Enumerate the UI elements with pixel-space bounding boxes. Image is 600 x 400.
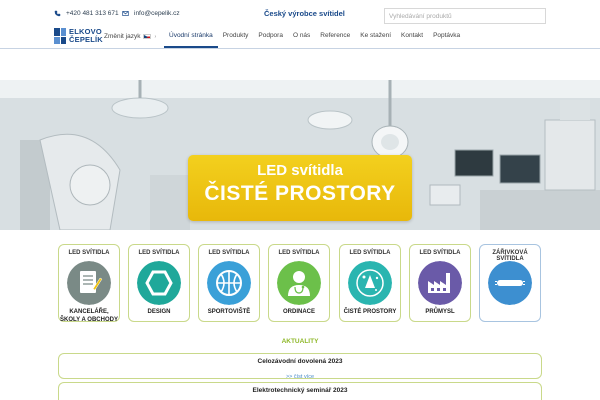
basketball-icon [207,261,251,305]
category-top-label: LED SVÍTIDLA [68,250,110,256]
hexagon-icon [137,261,181,305]
category-top-label: LED SVÍTIDLA [208,250,250,256]
category-top-label: LED SVÍTIDLA [138,250,180,256]
logo-mark-icon [54,28,66,44]
language-label: Změnit jazyk [104,33,141,40]
hero-banner: LED svítidla ČISTÉ PROSTORY [0,80,600,230]
category-top-label: LED SVÍTIDLA [349,250,391,256]
nav-item-home[interactable]: Úvodní stránka [164,28,218,48]
phone-number: +420 481 313 671 [66,10,119,17]
fluorescent-tube-icon [488,261,532,305]
factory-icon [418,261,462,305]
category-card-offices[interactable]: LED SVÍTIDLA KANCELÁŘE, ŠKOLY A OBCHODY [58,244,120,323]
category-label: ČISTÉ PROSTORY [343,309,397,315]
category-card-clean-rooms[interactable]: LED SVÍTIDLA ČISTÉ PROSTORY [339,244,401,322]
category-card-sports[interactable]: LED SVÍTIDLA SPORTOVIŠTĚ [198,244,260,322]
top-bar: +420 481 313 671 info@cepelik.cz Český v… [0,0,600,28]
category-label: KANCELÁŘE, ŠKOLY A OBCHODY [60,309,118,323]
phone-icon [54,10,61,17]
category-label: PRŮMYSL [425,309,455,315]
tagline: Český výrobce svítidel [264,9,345,18]
notepad-icon [67,261,111,305]
nav-item-products[interactable]: Produkty [218,28,254,48]
news-item[interactable]: Celozávodní dovolená 2023 >> číst více [58,353,542,380]
category-card-clinic[interactable]: LED SVÍTIDLA ORDINACE [268,244,330,322]
category-label: ORDINACE [282,309,315,315]
nav-item-reference[interactable]: Reference [315,28,355,48]
news-section-title: AKTUALITY [281,338,319,345]
czech-flag-icon [143,34,152,39]
language-switcher[interactable]: Změnit jazyk › [104,33,156,40]
chevron-right-icon: › [154,33,157,40]
hero-headline-box[interactable]: LED svítidla ČISTÉ PROSTORY [188,155,412,221]
category-grid: LED SVÍTIDLA KANCELÁŘE, ŠKOLY A OBCHODY … [58,244,542,326]
category-card-fluorescent[interactable]: ZÁŘIVKOVÁ SVÍTIDLA [479,244,541,322]
main-navbar: ELKOVO ČEPELÍK Změnit jazyk › Úvodní str… [0,28,600,48]
nav-item-downloads[interactable]: Ke stažení [355,28,396,48]
hero-line-2: ČISTÉ PROSTORY [204,182,396,205]
category-top-label: LED SVÍTIDLA [278,250,320,256]
email-address: info@cepelik.cz [134,10,180,17]
news-heading: Elektrotechnický seminář 2023 [252,387,348,394]
nav-item-about[interactable]: O nás [288,28,315,48]
doctor-icon [277,261,321,305]
envelope-icon [122,11,129,16]
search-input[interactable] [384,8,546,24]
category-top-label: ZÁŘIVKOVÁ SVÍTIDLA [492,250,528,262]
category-label: DESIGN [147,309,171,315]
read-more-link[interactable]: >> číst více [286,374,314,380]
nav-item-inquiry[interactable]: Poptávka [428,28,465,48]
nav-item-contact[interactable]: Kontakt [396,28,428,48]
category-top-label: LED SVÍTIDLA [419,250,461,256]
hero-line-1: LED svítidla [257,162,343,179]
clean-room-icon [348,261,392,305]
phone-contact[interactable]: +420 481 313 671 [54,10,119,17]
category-card-industry[interactable]: LED SVÍTIDLA PRŮMYSL [409,244,471,322]
news-item[interactable]: Elektrotechnický seminář 2023 [58,382,542,400]
category-card-design[interactable]: LED SVÍTIDLA DESIGN [128,244,190,322]
main-menu: Úvodní stránka Produkty Podpora O nás Re… [164,28,465,48]
logo[interactable]: ELKOVO ČEPELÍK [54,28,103,44]
nav-divider [0,48,600,49]
news-heading: Celozávodní dovolená 2023 [257,358,343,365]
category-label: SPORTOVIŠTĚ [207,309,251,315]
logo-text: ELKOVO ČEPELÍK [69,27,103,44]
email-contact[interactable]: info@cepelik.cz [122,10,180,17]
nav-item-support[interactable]: Podpora [253,28,288,48]
